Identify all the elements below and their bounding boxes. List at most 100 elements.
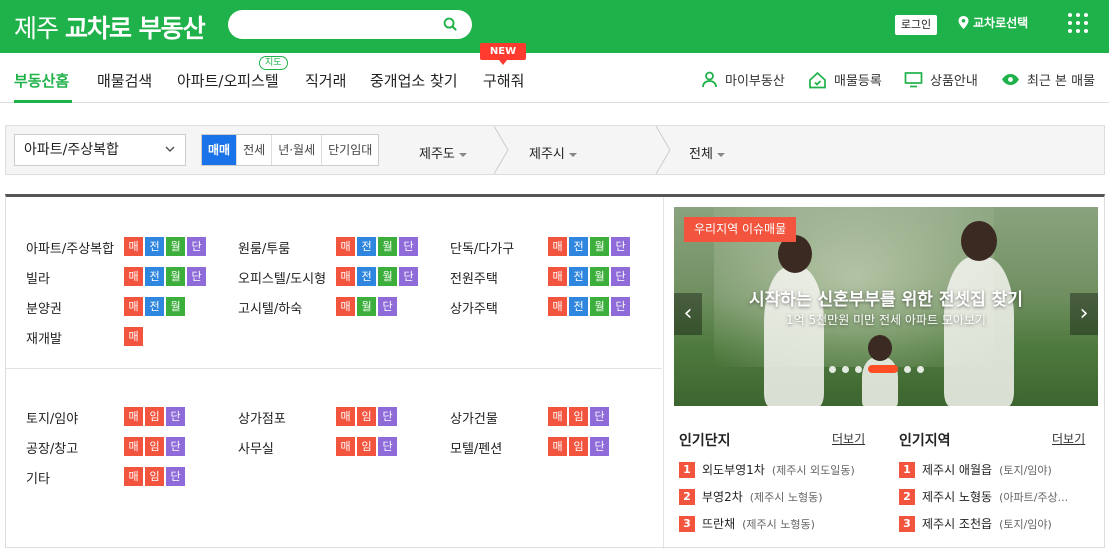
issue-listing-banner[interactable]: 우리지역 이슈매물 시작하는 신혼부부를 위한 전셋집 찾기 1억 5천만원 미… <box>674 207 1098 406</box>
banner-dot[interactable] <box>842 365 849 373</box>
deal-type-badge[interactable]: 전 <box>569 297 588 316</box>
category-link[interactable]: 토지/임야 <box>26 408 78 427</box>
deal-type-badge[interactable]: 임 <box>357 407 376 426</box>
banner-dot[interactable] <box>829 365 836 373</box>
region-select-button[interactable]: 교차로선택 <box>958 14 1028 31</box>
deal-type-badge[interactable]: 단 <box>378 407 397 426</box>
deal-type-badge[interactable]: 전 <box>145 237 164 256</box>
deal-type-badge[interactable]: 전 <box>569 267 588 286</box>
category-link[interactable]: 공장/창고 <box>26 438 78 457</box>
deal-type-badge[interactable]: 단 <box>399 237 418 256</box>
deal-type-badge[interactable]: 매 <box>124 237 143 256</box>
category-link[interactable]: 상가주택 <box>450 298 498 317</box>
recent-viewed-link[interactable]: 최근 본 매물 <box>1001 70 1095 89</box>
deal-type-badge[interactable]: 매 <box>548 407 567 426</box>
nav-item-home[interactable]: 부동산홈 <box>14 70 69 91</box>
banner-dot-active[interactable] <box>868 365 898 373</box>
deal-type-badge[interactable]: 임 <box>569 407 588 426</box>
deal-type-badge[interactable]: 임 <box>569 437 588 456</box>
search-icon[interactable] <box>443 17 458 32</box>
deal-type-badge[interactable]: 단 <box>399 267 418 286</box>
ranking-item[interactable]: 1 제주시 애월읍 (토지/임야) <box>899 461 1052 478</box>
login-button[interactable]: 로그인 <box>895 15 937 35</box>
deal-type-badge[interactable]: 임 <box>145 407 164 426</box>
deal-type-badge[interactable]: 매 <box>124 407 143 426</box>
deal-type-badge[interactable]: 단 <box>187 237 206 256</box>
deal-type-badge[interactable]: 단 <box>166 467 185 486</box>
deal-type-badge[interactable]: 단 <box>611 297 630 316</box>
my-realestate-link[interactable]: 마이부동산 <box>701 70 785 89</box>
deal-type-badge[interactable]: 임 <box>357 437 376 456</box>
listing-register-link[interactable]: 매물등록 <box>808 70 882 89</box>
deal-type-badge[interactable]: 임 <box>145 437 164 456</box>
deal-type-badge[interactable]: 단 <box>166 407 185 426</box>
category-link[interactable]: 사무실 <box>238 438 274 457</box>
category-link[interactable]: 전원주택 <box>450 268 498 287</box>
category-link[interactable]: 모텔/펜션 <box>450 438 502 457</box>
ranking-item[interactable]: 3 뜨란채 (제주시 노형동) <box>679 515 815 532</box>
deal-type-jeonse[interactable]: 전세 <box>237 135 273 165</box>
nav-item-search[interactable]: 매물검색 <box>97 70 152 91</box>
site-logo[interactable]: 제주 교차로 부동산 <box>14 9 206 45</box>
ranking-item[interactable]: 2 제주시 노형동 (아파트/주상... <box>899 488 1068 505</box>
location-province-select[interactable]: 제주도 <box>419 143 467 162</box>
deal-type-badge[interactable]: 매 <box>336 407 355 426</box>
deal-type-badge[interactable]: 전 <box>569 237 588 256</box>
deal-type-badge[interactable]: 단 <box>378 297 397 316</box>
popular-region-more-link[interactable]: 더보기 <box>1052 430 1085 447</box>
product-info-link[interactable]: 상품안내 <box>904 70 978 89</box>
category-link[interactable]: 분양권 <box>26 298 62 317</box>
category-link[interactable]: 상가점포 <box>238 408 286 427</box>
deal-type-badge[interactable]: 월 <box>590 237 609 256</box>
category-link[interactable]: 원룸/투룸 <box>238 238 290 257</box>
category-link[interactable]: 빌라 <box>26 268 50 287</box>
deal-type-badge[interactable]: 단 <box>378 437 397 456</box>
deal-type-badge[interactable]: 매 <box>336 297 355 316</box>
category-link[interactable]: 단독/다가구 <box>450 238 514 257</box>
deal-type-badge[interactable]: 단 <box>611 267 630 286</box>
deal-type-badge[interactable]: 매 <box>336 267 355 286</box>
property-type-select[interactable]: 아파트/주상복합 <box>14 134 186 166</box>
location-city-select[interactable]: 제주시 <box>529 143 577 162</box>
deal-type-badge[interactable]: 매 <box>548 437 567 456</box>
category-link[interactable]: 상가건물 <box>450 408 498 427</box>
location-district-select[interactable]: 전체 <box>689 143 725 162</box>
deal-type-badge[interactable]: 매 <box>124 467 143 486</box>
banner-dot[interactable] <box>855 365 862 373</box>
deal-type-sale[interactable]: 매매 <box>202 135 238 165</box>
nav-item-agency-search[interactable]: 중개업소 찾기 <box>370 70 458 91</box>
banner-dot[interactable] <box>917 365 924 373</box>
banner-next-button[interactable]: › <box>1070 293 1098 335</box>
deal-type-badge[interactable]: 매 <box>124 267 143 286</box>
deal-type-badge[interactable]: 전 <box>357 267 376 286</box>
deal-type-badge[interactable]: 매 <box>548 267 567 286</box>
deal-type-badge[interactable]: 월 <box>357 297 376 316</box>
deal-type-badge[interactable]: 단 <box>590 407 609 426</box>
deal-type-badge[interactable]: 매 <box>336 237 355 256</box>
deal-type-badge[interactable]: 임 <box>145 467 164 486</box>
deal-type-badge[interactable]: 월 <box>590 267 609 286</box>
deal-type-badge[interactable]: 매 <box>124 437 143 456</box>
ranking-item[interactable]: 2 부영2차 (제주시 노형동) <box>679 488 823 505</box>
deal-type-badge[interactable]: 월 <box>166 297 185 316</box>
search-input[interactable] <box>228 10 472 39</box>
category-link[interactable]: 기타 <box>26 468 50 487</box>
deal-type-badge[interactable]: 단 <box>611 237 630 256</box>
deal-type-badge[interactable]: 매 <box>124 297 143 316</box>
deal-type-badge[interactable]: 매 <box>548 297 567 316</box>
deal-type-badge[interactable]: 월 <box>590 297 609 316</box>
deal-type-badge[interactable]: 전 <box>357 237 376 256</box>
nav-item-apartment[interactable]: 아파트/오피스텔 <box>177 70 279 91</box>
popular-complex-more-link[interactable]: 더보기 <box>832 430 865 447</box>
deal-type-badge[interactable]: 단 <box>166 437 185 456</box>
deal-type-badge[interactable]: 매 <box>124 327 143 346</box>
nav-item-direct-deal[interactable]: 직거래 <box>305 70 346 91</box>
deal-type-badge[interactable]: 월 <box>378 267 397 286</box>
deal-type-badge[interactable]: 월 <box>166 267 185 286</box>
ranking-item[interactable]: 3 제주시 조천읍 (토지/임야) <box>899 515 1052 532</box>
deal-type-short-term[interactable]: 단기임대 <box>322 135 378 165</box>
category-link[interactable]: 재개발 <box>26 328 62 347</box>
category-link[interactable]: 고시텔/하숙 <box>238 298 302 317</box>
deal-type-monthly[interactable]: 년·월세 <box>272 135 323 165</box>
deal-type-badge[interactable]: 전 <box>145 267 164 286</box>
